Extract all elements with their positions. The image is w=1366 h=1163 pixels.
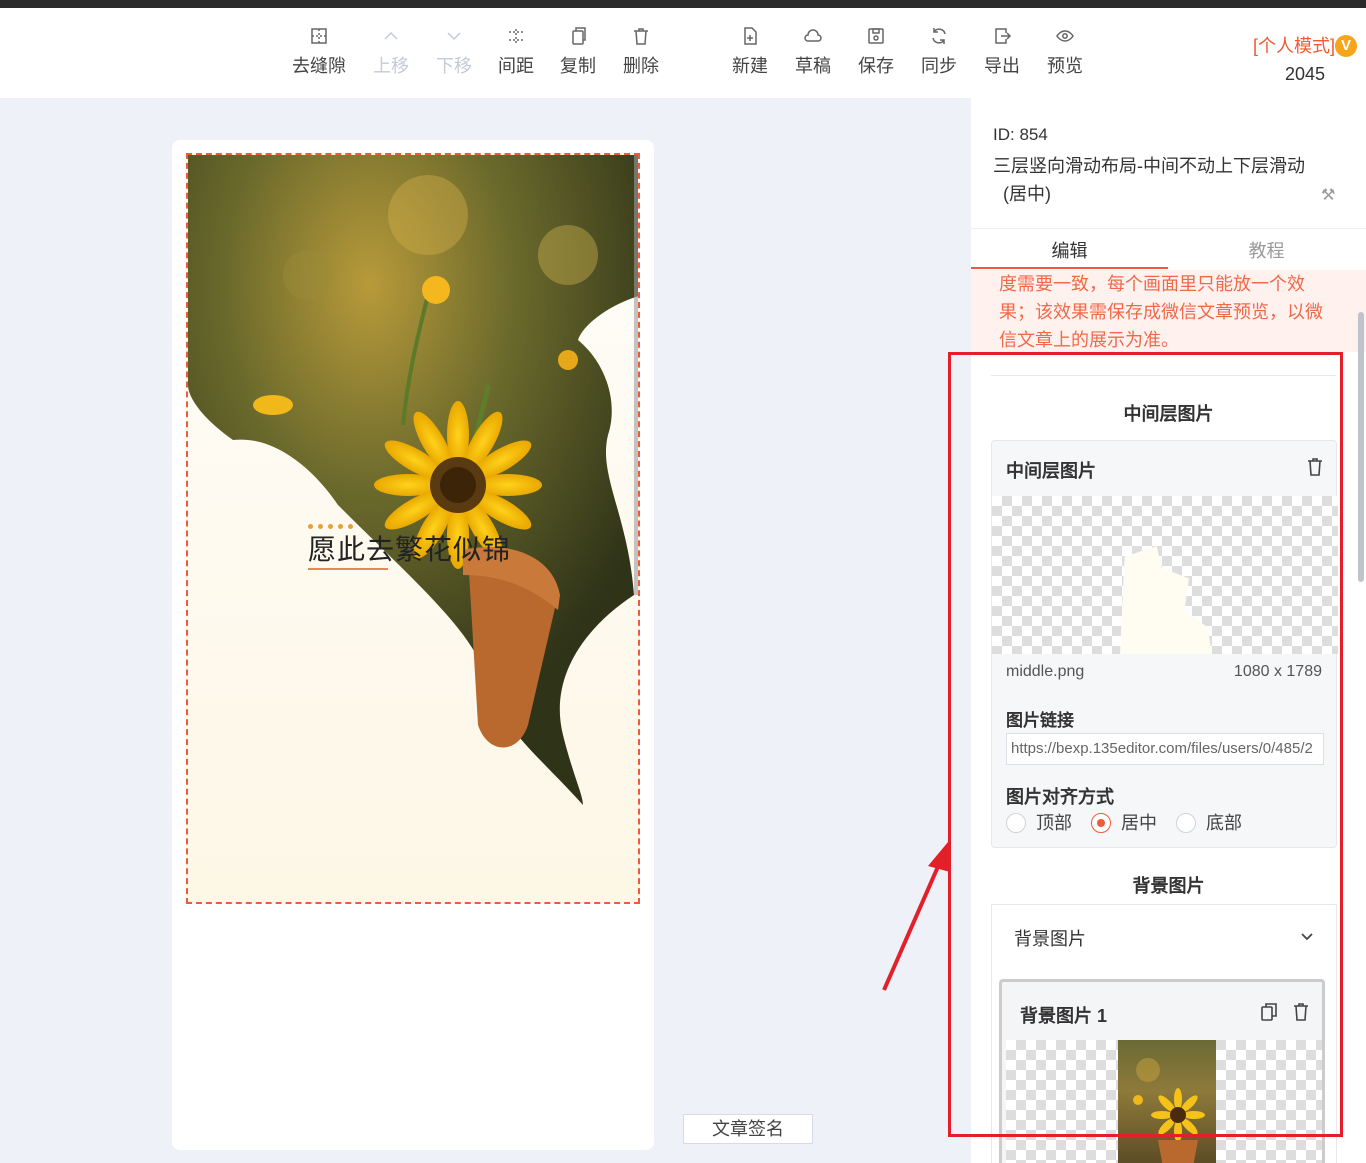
template-title-sub: (居中) — [1003, 184, 1051, 204]
template-id: ID: 854 — [993, 125, 1048, 144]
image-align-label: 图片对齐方式 — [1006, 787, 1114, 807]
tab-tutorial[interactable]: 教程 — [1168, 237, 1365, 263]
spacing-button[interactable]: 间距 — [484, 26, 548, 78]
file-size: 1080 x 1789 — [1233, 663, 1322, 680]
mode-number: 2045 — [1284, 64, 1326, 84]
eye-icon — [1033, 26, 1097, 48]
bg-image-collapse: 背景图片 背景图片 1 — [991, 904, 1337, 1163]
copy-label: 复制 — [560, 56, 596, 76]
active-tab-underline — [971, 267, 1168, 269]
sync-label: 同步 — [921, 56, 957, 76]
trash-icon — [609, 26, 673, 48]
draft-button[interactable]: 草稿 — [781, 26, 845, 78]
copy-button[interactable]: 复制 — [546, 26, 610, 78]
spacing-icon — [484, 26, 548, 48]
trash-icon[interactable] — [1306, 457, 1324, 477]
new-label: 新建 — [732, 56, 768, 76]
personal-mode[interactable]: [个人模式] V 2045 — [1250, 32, 1360, 85]
middle-image-preview[interactable] — [992, 496, 1338, 654]
window-top-bar — [0, 0, 1366, 8]
export-icon — [970, 26, 1034, 48]
bg-collapse-header[interactable]: 背景图片 — [1014, 925, 1086, 951]
article-signature-button[interactable]: 文章签名 — [683, 1114, 813, 1144]
trash-icon[interactable] — [1292, 1002, 1310, 1022]
bg-item-title: 背景图片 1 — [1020, 1006, 1108, 1026]
vip-badge: V — [1335, 35, 1357, 57]
gap-button[interactable]: 去缝隙 — [287, 26, 351, 78]
panel-scrollbar[interactable] — [1358, 312, 1364, 582]
delete-button[interactable]: 删除 — [609, 26, 673, 78]
panel-tabs: 编辑 教程 — [971, 228, 1366, 269]
chevron-down-icon — [422, 26, 486, 48]
move-down-label: 下移 — [436, 56, 472, 76]
cloud-icon — [781, 26, 845, 48]
save-label: 保存 — [858, 56, 894, 76]
copy-icon — [546, 26, 610, 48]
middle-image-card: 中间层图片 middle.png 1080 x 1789 图片链接 https:… — [991, 440, 1338, 848]
chevron-up-icon — [359, 26, 423, 48]
sync-button[interactable]: 同步 — [907, 26, 971, 78]
bg-image-item: 背景图片 1 — [999, 979, 1325, 1163]
copy-icon[interactable] — [1260, 1002, 1278, 1022]
bg-image-preview[interactable] — [1006, 1040, 1322, 1163]
toolbar: 去缝隙 上移 下移 间距 复制 删除 新建 草稿 保存 同步 导出 预览 [个人… — [0, 8, 1366, 98]
template-title: 三层竖向滑动布局-中间不动上下层滑动 — [993, 156, 1305, 176]
middle-section-title: 中间层图片 — [1123, 404, 1214, 424]
image-link-input[interactable]: https://bexp.135editor.com/files/users/0… — [1006, 733, 1324, 765]
save-icon — [844, 26, 908, 48]
gap-label: 去缝隙 — [292, 56, 346, 76]
image-link-label: 图片链接 — [1006, 711, 1074, 730]
layout-preview-frame[interactable]: 愿此去繁花似锦 — [186, 153, 640, 904]
chevron-down-icon[interactable] — [1300, 929, 1314, 943]
tab-edit[interactable]: 编辑 — [971, 237, 1168, 263]
delete-label: 删除 — [623, 56, 659, 76]
preview-button[interactable]: 预览 — [1033, 26, 1097, 78]
draft-label: 草稿 — [795, 56, 831, 76]
middle-card-title: 中间层图片 — [1006, 461, 1096, 481]
new-button[interactable]: 新建 — [718, 26, 782, 78]
notice-text: 度需要一致，每个画面里只能放一个效果；该效果需保存成微信文章预览，以微信文章上的… — [971, 270, 1366, 352]
spacing-label: 间距 — [498, 56, 534, 76]
align-center-radio[interactable]: 居中 — [1091, 809, 1157, 835]
new-file-icon — [718, 26, 782, 48]
file-name: middle.png — [1006, 663, 1085, 680]
sync-icon — [907, 26, 971, 48]
export-button[interactable]: 导出 — [970, 26, 1034, 78]
export-label: 导出 — [984, 56, 1020, 76]
align-radio-group: 顶部 居中 底部 — [1006, 809, 1256, 835]
preview-label: 预览 — [1047, 56, 1083, 76]
middle-image-shape — [1120, 546, 1212, 654]
move-down-button[interactable]: 下移 — [422, 26, 486, 78]
align-bottom-radio[interactable]: 底部 — [1176, 809, 1242, 835]
bg-image-thumbnail — [1118, 1040, 1216, 1163]
mode-label: [个人模式] — [1252, 36, 1335, 56]
canvas-headline[interactable]: 愿此去繁花似锦 — [308, 528, 511, 568]
gap-icon — [287, 26, 351, 48]
save-button[interactable]: 保存 — [844, 26, 908, 78]
section-divider — [991, 375, 1336, 376]
align-top-radio[interactable]: 顶部 — [1006, 809, 1072, 835]
move-up-label: 上移 — [373, 56, 409, 76]
tools-icon[interactable]: ⚒ — [1321, 185, 1335, 205]
move-up-button[interactable]: 上移 — [359, 26, 423, 78]
bg-section-title: 背景图片 — [1132, 876, 1205, 896]
headline-underline — [308, 568, 388, 570]
settings-panel: ID: 854 三层竖向滑动布局-中间不动上下层滑动 (居中) ⚒ 编辑 教程 … — [971, 98, 1366, 1163]
